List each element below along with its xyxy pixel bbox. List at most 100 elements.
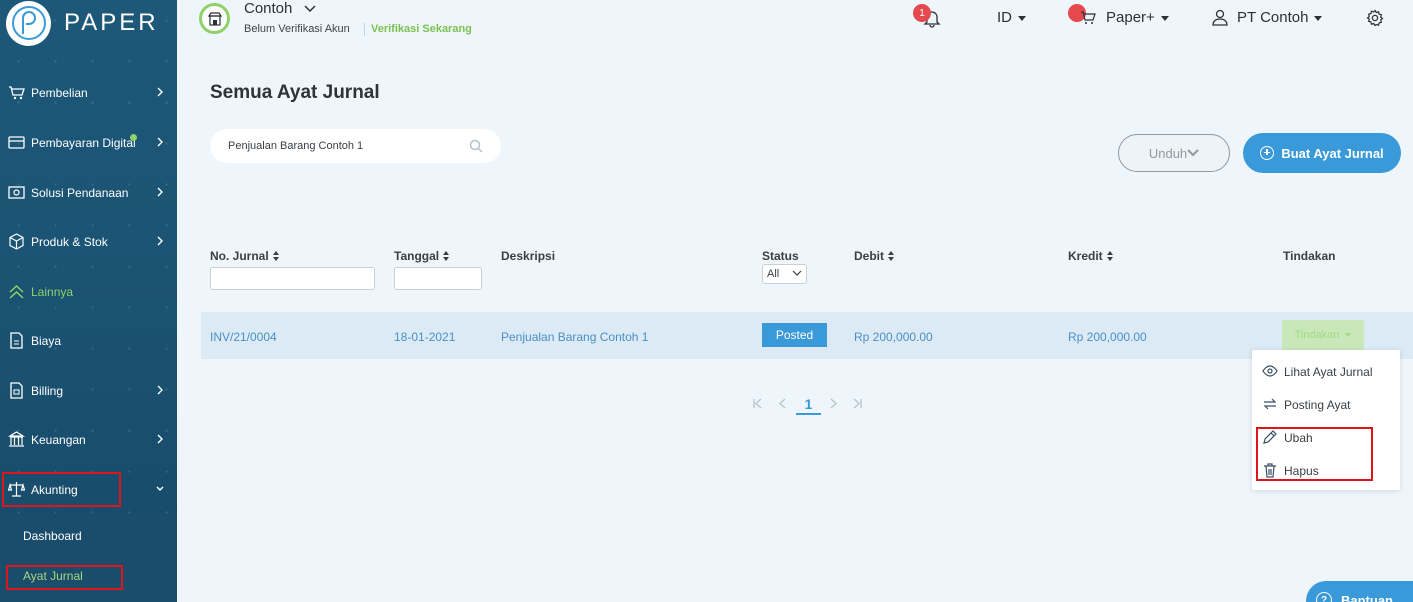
- sidebar-item-biaya[interactable]: Biaya: [0, 321, 177, 361]
- highlight-box-ubah-hapus: [1256, 427, 1373, 481]
- filter-no-jurnal-input[interactable]: [210, 267, 375, 290]
- menu-item-label: Posting Ayat: [1284, 398, 1351, 412]
- sidebar-item-label: Solusi Pendanaan: [31, 186, 129, 200]
- plus-circle-icon: [1260, 146, 1275, 160]
- download-label: Unduh: [1148, 145, 1188, 161]
- chevron-down-icon: [792, 270, 802, 276]
- status-filter-select[interactable]: All: [762, 264, 807, 284]
- menu-item-lihat-ayat-jurnal[interactable]: Lihat Ayat Jurnal: [1252, 356, 1400, 386]
- column-label: Kredit: [1068, 249, 1103, 263]
- highlight-box-ayat-jurnal: [6, 565, 123, 590]
- cart-icon: [1081, 11, 1096, 24]
- create-journal-label: Buat Ayat Jurnal: [1281, 145, 1384, 161]
- chevron-right-icon: [157, 87, 163, 97]
- search-icon[interactable]: [469, 139, 483, 153]
- chevron-right-icon: [157, 434, 163, 444]
- sidebar-item-solusi-pendanaan[interactable]: Solusi Pendanaan: [0, 173, 177, 213]
- column-label: No. Jurnal: [210, 249, 269, 263]
- download-button[interactable]: Unduh: [1118, 134, 1230, 172]
- status-badge: Posted: [762, 323, 827, 347]
- chevron-right-icon: [157, 385, 163, 395]
- caret-down-icon: [1314, 15, 1323, 21]
- sidebar-item-label: Pembayaran Digital: [31, 136, 136, 150]
- page-title: Semua Ayat Jurnal: [210, 82, 380, 103]
- sort-icon: [888, 251, 894, 261]
- swap-icon: [1263, 398, 1277, 410]
- column-header-tanggal[interactable]: Tanggal: [394, 249, 450, 263]
- action-dropdown-button[interactable]: Tindakan: [1282, 320, 1364, 350]
- current-page[interactable]: 1: [796, 396, 821, 415]
- question-icon: ?: [1316, 592, 1332, 602]
- sidebar-item-produk-stok[interactable]: Produk & Stok: [0, 222, 177, 262]
- eye-icon: [1262, 365, 1278, 377]
- previous-page-icon[interactable]: [778, 398, 787, 409]
- status-filter-value: All: [767, 268, 780, 280]
- chevrons-up-icon: [9, 284, 24, 299]
- sidebar-item-label: Billing: [31, 384, 64, 398]
- sidebar-item-pembayaran-digital[interactable]: Pembayaran Digital: [0, 123, 177, 163]
- sidebar-item-label: Lainnya: [31, 285, 74, 299]
- caret-down-icon: [1345, 333, 1352, 337]
- first-page-icon[interactable]: [752, 398, 763, 409]
- search-value: Penjualan Barang Contoh 1: [228, 140, 364, 152]
- money-icon: [8, 186, 25, 199]
- gear-icon[interactable]: [1366, 9, 1384, 27]
- cell-debit: Rp 200,000.00: [854, 330, 933, 344]
- sidebar-item-keuangan[interactable]: Keuangan: [0, 420, 177, 460]
- verification-status: Belum Verifikasi Akun: [244, 23, 350, 35]
- chevron-right-icon: [157, 236, 163, 246]
- new-indicator-dot: [130, 134, 137, 141]
- filter-tanggal-input[interactable]: [394, 267, 482, 290]
- sidebar-item-label: Produk & Stok: [31, 235, 108, 249]
- sidebar-item-billing[interactable]: Billing: [0, 371, 177, 411]
- column-header-debit[interactable]: Debit: [854, 249, 894, 263]
- sort-icon: [272, 251, 279, 261]
- verify-now-link[interactable]: Verifikasi Sekarang: [371, 23, 472, 35]
- column-header-kredit[interactable]: Kredit: [1068, 249, 1113, 263]
- logo-text: PAPER: [64, 9, 159, 36]
- chevron-right-icon: [157, 187, 163, 197]
- bank-icon: [8, 431, 25, 447]
- search-input[interactable]: Penjualan Barang Contoh 1: [210, 129, 501, 163]
- menu-item-label: Lihat Ayat Jurnal: [1284, 365, 1373, 379]
- chevron-down-icon: [156, 486, 164, 491]
- cart-icon: [9, 86, 25, 100]
- sidebar-item-pembelian[interactable]: Pembelian: [0, 73, 177, 113]
- language-selector[interactable]: ID: [997, 9, 1026, 26]
- action-label: Tindakan: [1294, 329, 1340, 341]
- chevron-down-icon: [1187, 149, 1199, 157]
- next-page-icon[interactable]: [829, 398, 838, 409]
- chevron-down-icon[interactable]: [304, 5, 316, 13]
- create-journal-button[interactable]: Buat Ayat Jurnal: [1243, 133, 1401, 173]
- company-name[interactable]: Contoh: [244, 0, 292, 17]
- column-label: Tanggal: [394, 249, 440, 263]
- logo-icon: [6, 0, 51, 46]
- card-icon: [8, 136, 25, 149]
- cell-kredit: Rp 200,000.00: [1068, 330, 1147, 344]
- sort-icon: [443, 251, 450, 261]
- caret-down-icon: [1018, 15, 1026, 21]
- sidebar-item-lainnya[interactable]: Lainnya: [0, 272, 177, 312]
- column-header-status: Status: [762, 249, 799, 263]
- help-button[interactable]: ? Bantuan: [1306, 581, 1413, 602]
- sidebar: PAPER Pembelian Pembayaran Digital Solus…: [0, 0, 177, 602]
- submenu-item-dashboard[interactable]: Dashboard: [23, 529, 82, 543]
- user-menu[interactable]: PT Contoh: [1237, 9, 1323, 26]
- cell-no-jurnal[interactable]: INV/21/0004: [210, 330, 277, 344]
- paper-plus-label: Paper+: [1106, 9, 1155, 26]
- cell-deskripsi: Penjualan Barang Contoh 1: [501, 330, 649, 344]
- paper-plus-menu[interactable]: Paper+: [1106, 9, 1169, 26]
- box-icon: [9, 233, 24, 250]
- document-icon: [10, 332, 23, 349]
- last-page-icon[interactable]: [852, 398, 863, 409]
- sidebar-item-label: Biaya: [31, 334, 62, 348]
- menu-item-posting-ayat[interactable]: Posting Ayat: [1252, 389, 1400, 419]
- sidebar-item-label: Pembelian: [31, 86, 88, 100]
- user-icon: [1212, 9, 1228, 26]
- divider: [364, 23, 365, 36]
- logo[interactable]: PAPER: [6, 0, 159, 46]
- help-label: Bantuan: [1341, 593, 1393, 602]
- column-header-deskripsi: Deskripsi: [501, 249, 556, 263]
- column-header-no-jurnal[interactable]: No. Jurnal: [210, 249, 279, 263]
- column-label: Debit: [854, 249, 884, 263]
